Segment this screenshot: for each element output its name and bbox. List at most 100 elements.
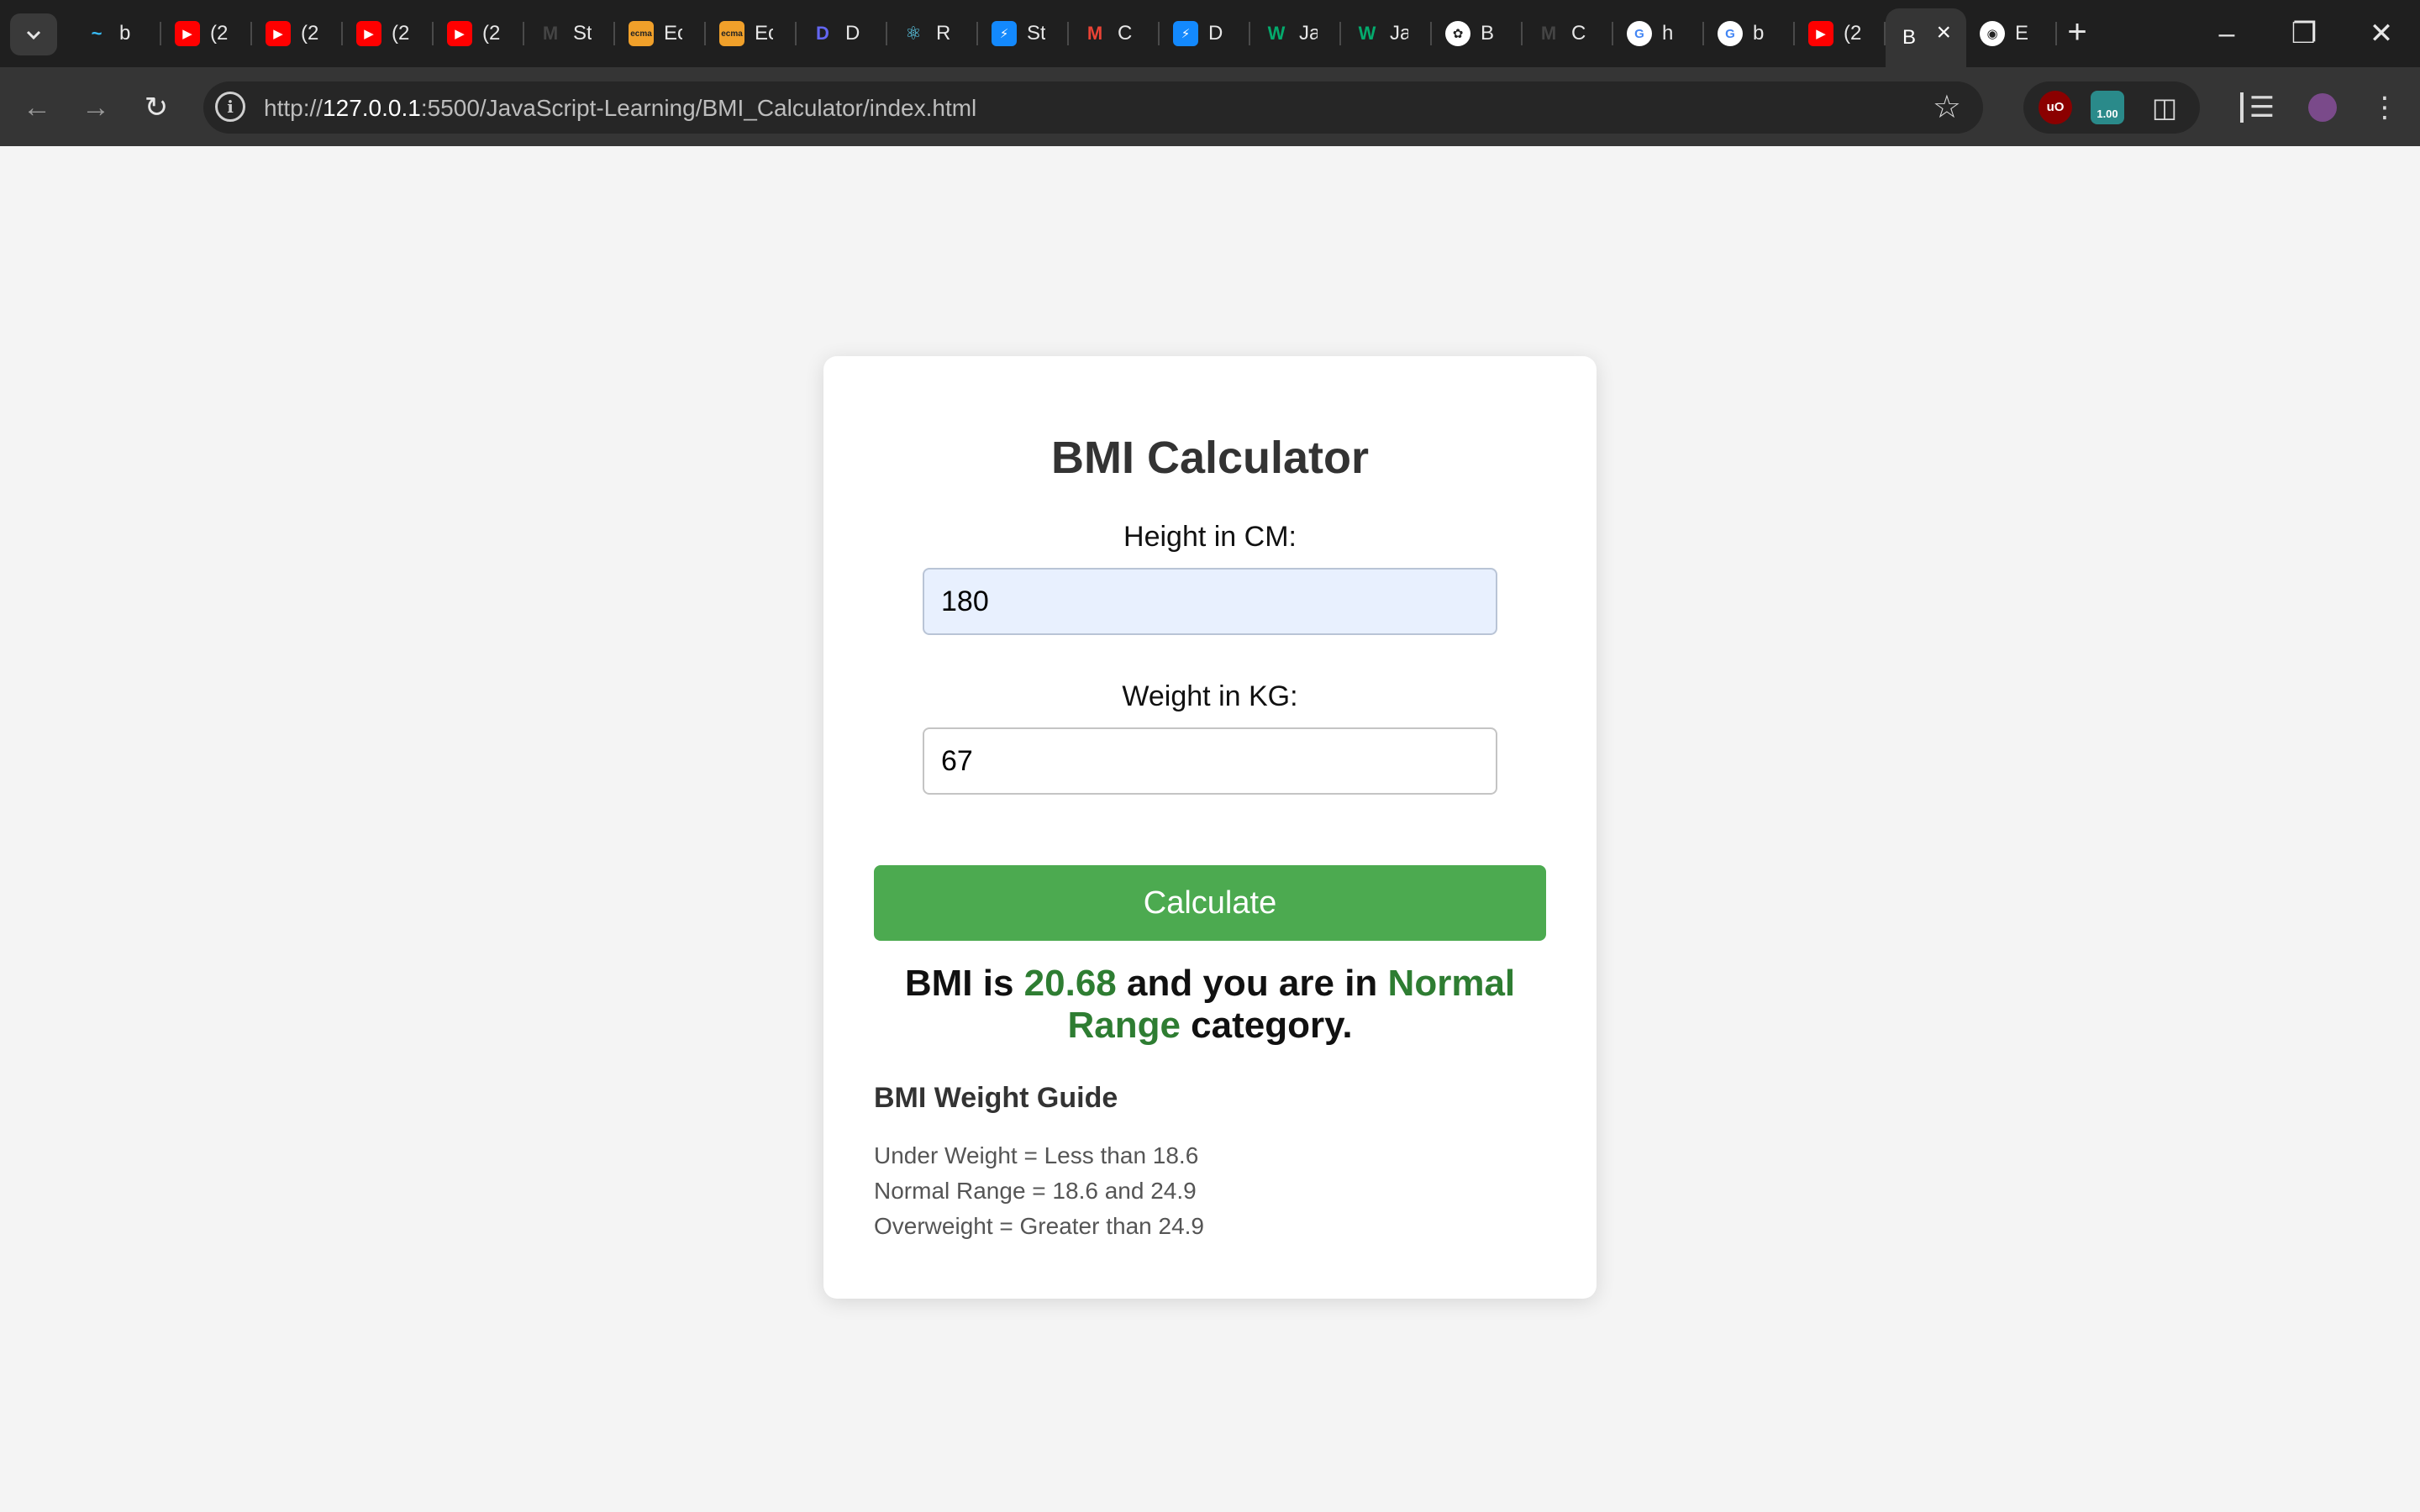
forward-button[interactable]: → bbox=[77, 89, 114, 126]
guide-item-overweight: Overweight = Greater than 24.9 bbox=[874, 1213, 1204, 1239]
calculate-button[interactable]: Calculate bbox=[874, 865, 1546, 941]
browser-tab[interactable]: ▶ (2 bbox=[434, 8, 524, 59]
github-icon: ◉ bbox=[1980, 21, 2005, 46]
browser-tab[interactable]: ⚡ D bbox=[1160, 8, 1250, 59]
chevron-down-icon bbox=[26, 30, 41, 40]
tab-title: R bbox=[936, 22, 951, 45]
browser-tab[interactable]: ~ b bbox=[71, 8, 161, 59]
tab-title: St bbox=[573, 22, 592, 45]
youtube-icon: ▶ bbox=[266, 21, 291, 46]
result-suffix: category. bbox=[1191, 1005, 1353, 1046]
tab-title: (2 bbox=[210, 22, 229, 45]
browser-tab[interactable]: Gb bbox=[1704, 8, 1795, 59]
close-tab-icon[interactable]: × bbox=[1936, 20, 1951, 45]
close-window-button[interactable]: ✕ bbox=[2356, 10, 2407, 57]
address-bar[interactable]: i http://127.0.0.1:5500/JavaScript-Learn… bbox=[203, 81, 1983, 134]
url-host: 127.0.0.1 bbox=[323, 95, 421, 121]
w3schools-icon: W bbox=[1358, 23, 1376, 44]
tab-title: Ec bbox=[755, 22, 773, 45]
media-control-icon[interactable]: ☰ bbox=[2242, 87, 2282, 128]
tab-title: b bbox=[119, 22, 131, 45]
restore-button[interactable]: ❐ bbox=[2279, 10, 2329, 57]
browser-tab[interactable]: ◉ E bbox=[1966, 8, 2057, 59]
minimize-button[interactable]: – bbox=[2202, 10, 2252, 57]
new-tab-button[interactable]: + bbox=[2059, 15, 2096, 52]
gmail-icon: M bbox=[1086, 23, 1103, 44]
browser-tab[interactable]: ▶ (2 bbox=[252, 8, 343, 59]
tab-title: D bbox=[845, 22, 860, 45]
medium-icon: M bbox=[542, 23, 559, 44]
speed-extension-icon[interactable]: 1.00 bbox=[2091, 91, 2124, 124]
weight-label: Weight in KG: bbox=[1122, 680, 1298, 712]
guide-title: BMI Weight Guide bbox=[874, 1082, 1118, 1114]
url-scheme: http:// bbox=[264, 95, 324, 121]
tab-search-button[interactable] bbox=[10, 13, 57, 55]
guide-item-underweight: Under Weight = Less than 18.6 bbox=[874, 1142, 1199, 1168]
tab-title: C bbox=[1118, 22, 1133, 45]
bookmark-star-icon[interactable]: ☆ bbox=[1933, 89, 1961, 126]
url-path: :5500/JavaScript-Learning/BMI_Calculator… bbox=[420, 95, 977, 121]
tab-title: C bbox=[1571, 22, 1586, 45]
back-button[interactable]: ← bbox=[18, 89, 55, 126]
browser-tab[interactable]: W Ja bbox=[1341, 8, 1432, 59]
tab-title: B bbox=[1902, 26, 1917, 49]
page-title: BMI Calculator bbox=[1050, 433, 1370, 483]
google-icon: G bbox=[1718, 21, 1743, 46]
height-input[interactable] bbox=[923, 568, 1497, 635]
tab-title: Ec bbox=[664, 22, 682, 45]
site-info-icon[interactable]: i bbox=[215, 92, 245, 122]
browser-menu-icon[interactable]: ⋮ bbox=[2365, 87, 2405, 128]
ecma-icon: ecma bbox=[719, 21, 744, 46]
weight-input[interactable] bbox=[923, 727, 1497, 795]
reload-button[interactable]: ↻ bbox=[138, 89, 175, 126]
result-prefix: BMI is bbox=[904, 963, 1014, 1004]
browser-tab[interactable]: ▶ (2 bbox=[1795, 8, 1886, 59]
google-icon: G bbox=[1627, 21, 1652, 46]
browser-tab[interactable]: ▶ (2 bbox=[343, 8, 434, 59]
deno-icon: D bbox=[816, 23, 829, 44]
extension-badge: 1.00 bbox=[2096, 108, 2118, 120]
tab-title: (2 bbox=[392, 22, 410, 45]
medium-icon: M bbox=[1540, 23, 1557, 44]
bmi-value: 20.68 bbox=[1023, 963, 1117, 1004]
react-icon: ⚛ bbox=[905, 23, 922, 44]
extensions-group: uO 1.00 ◫ bbox=[2023, 81, 2200, 134]
tab-separator bbox=[2055, 22, 2057, 45]
stackblitz-icon: ⚡ bbox=[992, 21, 1017, 46]
browser-tab[interactable]: DD bbox=[797, 8, 887, 59]
browser-tab[interactable]: W Ja bbox=[1250, 8, 1341, 59]
extensions-puzzle-icon[interactable]: ◫ bbox=[2148, 91, 2181, 124]
tab-title: (2 bbox=[1844, 22, 1862, 45]
browser-tab[interactable]: ⚡ St bbox=[978, 8, 1069, 59]
browser-tab[interactable]: ecma Ec bbox=[615, 8, 706, 59]
w3schools-icon: W bbox=[1267, 23, 1286, 44]
avatar[interactable] bbox=[2302, 87, 2343, 128]
stackblitz-icon: ⚡ bbox=[1173, 21, 1198, 46]
chatgpt-icon: ✿ bbox=[1445, 21, 1470, 46]
browser-toolbar: ← → ↻ i http://127.0.0.1:5500/JavaScript… bbox=[0, 67, 2420, 146]
browser-tab[interactable]: Gh bbox=[1613, 8, 1704, 59]
browser-tab[interactable]: ✿ B bbox=[1432, 8, 1523, 59]
youtube-icon: ▶ bbox=[1808, 21, 1833, 46]
browser-tab[interactable]: ⚛ R bbox=[887, 8, 978, 59]
ublock-icon[interactable]: uO bbox=[2039, 91, 2072, 124]
tailwind-icon: ~ bbox=[91, 23, 103, 44]
height-label: Height in CM: bbox=[1123, 521, 1297, 553]
tab-title: h bbox=[1662, 22, 1674, 45]
browser-tab[interactable]: MC bbox=[1523, 8, 1613, 59]
browser-tab[interactable]: ▶ (2 bbox=[161, 8, 252, 59]
browser-tab[interactable]: MC bbox=[1069, 8, 1160, 59]
youtube-icon: ▶ bbox=[356, 21, 381, 46]
browser-tab[interactable]: M St bbox=[524, 8, 615, 59]
url-text[interactable]: http://127.0.0.1:5500/JavaScript-Learnin… bbox=[264, 95, 976, 122]
tab-strip: ~b▶(2▶(2▶(2▶(2MStecmaEcecmaEcDD⚛R⚡StMC⚡D… bbox=[0, 0, 2420, 67]
tab-title: (2 bbox=[482, 22, 501, 45]
tab-title: Ja bbox=[1390, 22, 1408, 45]
tab-title: b bbox=[1753, 22, 1765, 45]
tab-title: B bbox=[1481, 22, 1495, 45]
browser-tab[interactable]: B × bbox=[1886, 8, 1966, 67]
tab-title: E bbox=[2015, 22, 2029, 45]
bmi-result: BMI is 20.68 and you are in Normal Range… bbox=[874, 963, 1546, 1047]
browser-tab[interactable]: ecma Ec bbox=[706, 8, 797, 59]
guide-item-normal: Normal Range = 18.6 and 24.9 bbox=[874, 1178, 1197, 1204]
